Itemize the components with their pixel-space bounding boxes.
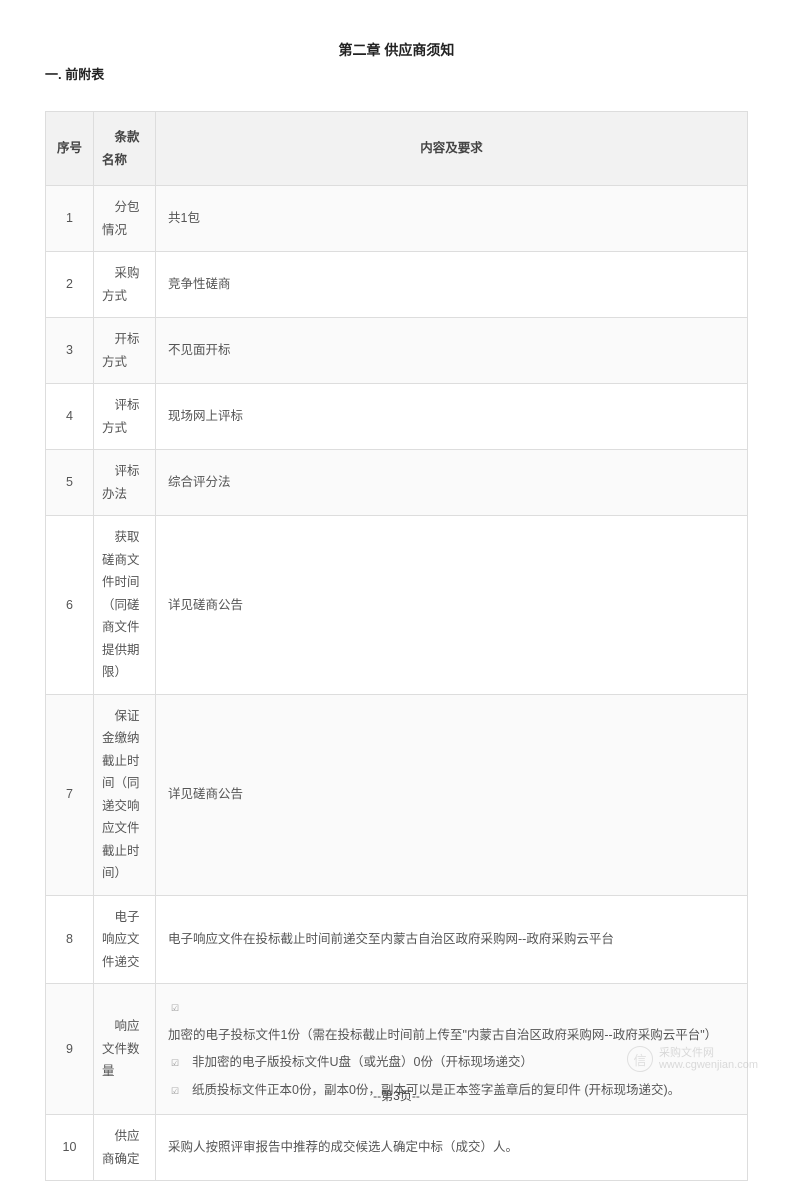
table-row: 2采购方式竞争性磋商 [46, 252, 748, 318]
table-row: 10供应商确定采购人按照评审报告中推荐的成交候选人确定中标（成交）人。 [46, 1115, 748, 1181]
cell-seq: 5 [46, 450, 94, 516]
cell-content: 竞争性磋商 [156, 252, 748, 318]
cell-seq: 1 [46, 186, 94, 252]
cell-content: 共1包 [156, 186, 748, 252]
cell-name: 采购方式 [94, 252, 156, 318]
table-row: 8电子响应文件递交电子响应文件在投标截止时间前递交至内蒙古自治区政府采购网--政… [46, 895, 748, 984]
header-name: 条款名称 [94, 112, 156, 186]
list-marker-icon: ☑ [168, 1056, 182, 1070]
cell-name: 供应商确定 [94, 1115, 156, 1181]
cell-seq: 3 [46, 318, 94, 384]
cell-content: 不见面开标 [156, 318, 748, 384]
table-row: 7保证金缴纳截止时间（同递交响应文件截止时间）详见磋商公告 [46, 694, 748, 895]
cell-seq: 7 [46, 694, 94, 895]
watermark: 信 采购文件网 www.cgwenjian.com [627, 1046, 758, 1072]
cell-name: 评标办法 [94, 450, 156, 516]
cell-name: 保证金缴纳截止时间（同递交响应文件截止时间） [94, 694, 156, 895]
list-item-text: 非加密的电子版投标文件U盘（或光盘）0份（开标现场递交） [192, 1055, 533, 1069]
watermark-line2: www.cgwenjian.com [659, 1059, 758, 1071]
table-row: 5评标办法综合评分法 [46, 450, 748, 516]
watermark-line1: 采购文件网 [659, 1047, 758, 1059]
list-marker-icon: ☑ [168, 1001, 182, 1015]
cell-content: 采购人按照评审报告中推荐的成交候选人确定中标（成交）人。 [156, 1115, 748, 1181]
cell-content: 详见磋商公告 [156, 516, 748, 695]
list-item-text: 加密的电子投标文件1份（需在投标截止时间前上传至"内蒙古自治区政府采购网--政府… [168, 1028, 717, 1042]
cell-content: 电子响应文件在投标截止时间前递交至内蒙古自治区政府采购网--政府采购云平台 [156, 895, 748, 984]
cell-content: 综合评分法 [156, 450, 748, 516]
table-row: 4评标方式现场网上评标 [46, 384, 748, 450]
cell-name: 分包情况 [94, 186, 156, 252]
cell-content: 现场网上评标 [156, 384, 748, 450]
cell-name: 电子响应文件递交 [94, 895, 156, 984]
cell-name: 获取磋商文件时间（同磋商文件提供期限） [94, 516, 156, 695]
header-content: 内容及要求 [156, 112, 748, 186]
page-footer: --第3页-- [0, 1087, 793, 1104]
cell-content: 详见磋商公告 [156, 694, 748, 895]
cell-seq: 4 [46, 384, 94, 450]
section-title: 一. 前附表 [45, 64, 748, 83]
cell-name: 评标方式 [94, 384, 156, 450]
header-seq: 序号 [46, 112, 94, 186]
cell-seq: 2 [46, 252, 94, 318]
cell-seq: 6 [46, 516, 94, 695]
table-row: 3开标方式不见面开标 [46, 318, 748, 384]
requirements-table: 序号 条款名称 内容及要求 1分包情况共1包2采购方式竞争性磋商3开标方式不见面… [45, 111, 748, 1181]
watermark-icon: 信 [627, 1046, 653, 1072]
cell-name: 开标方式 [94, 318, 156, 384]
cell-seq: 10 [46, 1115, 94, 1181]
chapter-title: 第二章 供应商须知 [45, 40, 748, 60]
cell-seq: 8 [46, 895, 94, 984]
table-row: 6获取磋商文件时间（同磋商文件提供期限）详见磋商公告 [46, 516, 748, 695]
table-row: 1分包情况共1包 [46, 186, 748, 252]
